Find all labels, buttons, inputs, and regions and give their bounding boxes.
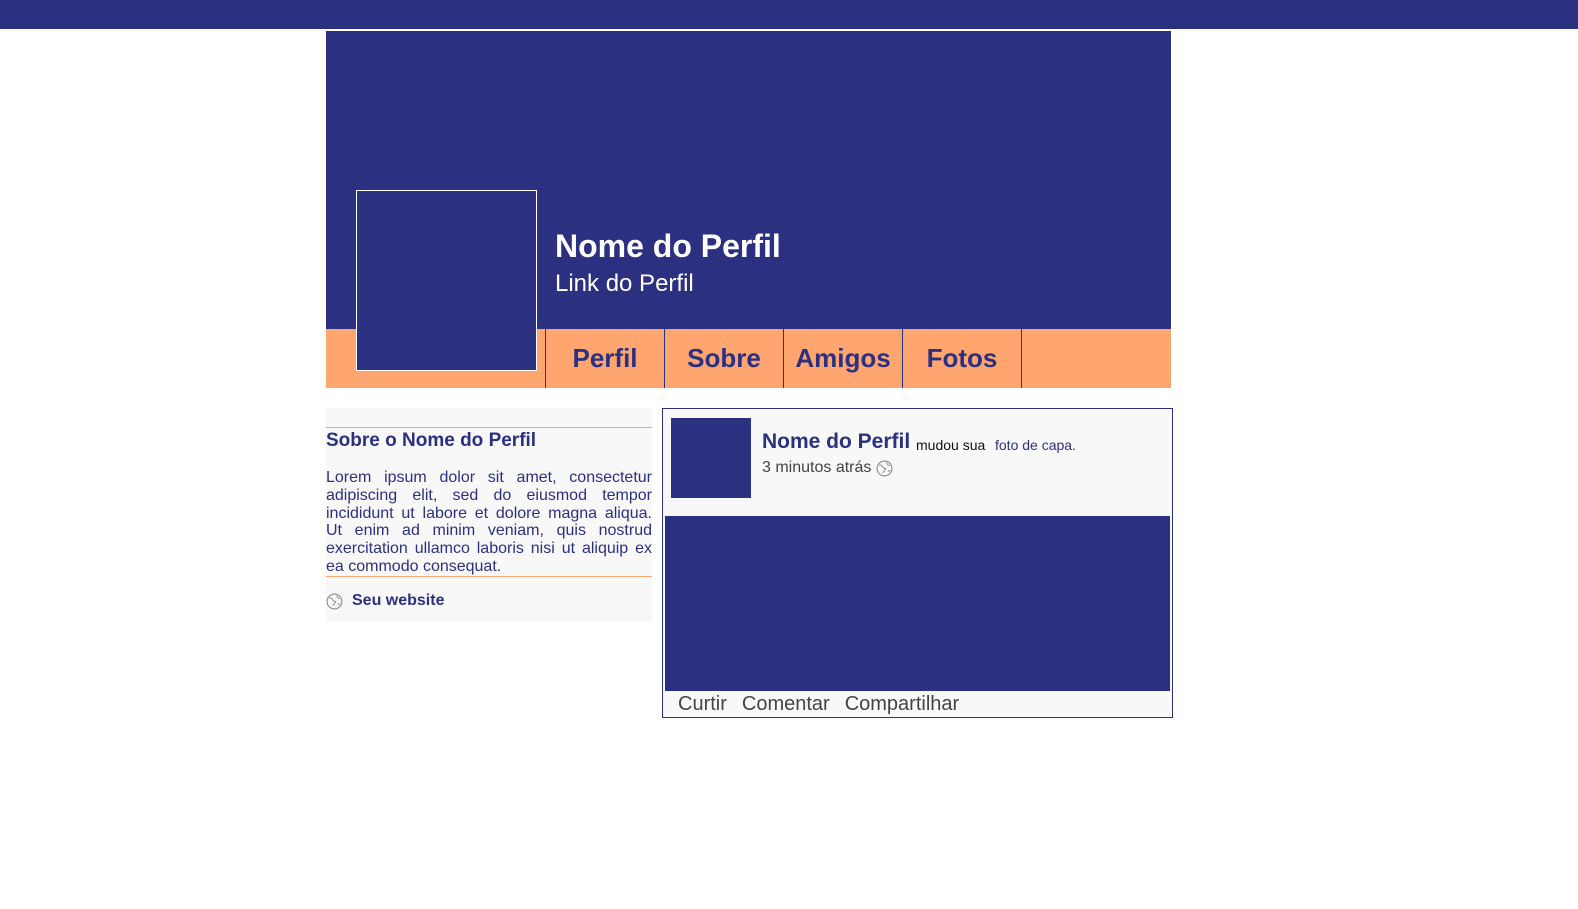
post-author[interactable]: Nome do Perfil — [762, 430, 910, 454]
profile-name: Nome do Perfil — [555, 228, 781, 264]
about-title: Sobre o Nome do Perfil — [326, 430, 537, 451]
post-image[interactable] — [665, 516, 1170, 691]
top-bar — [0, 0, 1578, 29]
post-time-text: 3 minutos atrás — [762, 459, 872, 476]
about-text: Lorem ipsum dolor sit amet, consectetur … — [326, 469, 652, 575]
website-link[interactable]: Seu website — [326, 592, 444, 610]
tab-sobre[interactable]: Sobre — [665, 329, 784, 388]
tab-fotos[interactable]: Fotos — [903, 329, 1022, 388]
globe-icon — [876, 460, 893, 476]
comment-button[interactable]: Comentar — [742, 693, 830, 716]
divider — [326, 576, 652, 577]
tab-perfil[interactable]: Perfil — [546, 329, 665, 388]
profile-tabs: Perfil Sobre Amigos Fotos — [545, 329, 1022, 388]
tab-amigos[interactable]: Amigos — [784, 329, 903, 388]
post-action-text: mudou sua — [916, 437, 986, 453]
post-cover-link[interactable]: foto de capa. — [995, 437, 1076, 453]
post-timestamp: 3 minutos atrás — [762, 459, 893, 477]
about-panel: Sobre o Nome do Perfil Lorem ipsum dolor… — [326, 408, 652, 622]
post-actions: Curtir Comentar Compartilhar — [678, 693, 974, 716]
divider — [326, 427, 652, 428]
share-button[interactable]: Compartilhar — [845, 693, 959, 716]
like-button[interactable]: Curtir — [678, 693, 727, 716]
post-card: Nome do Perfil mudou sua foto de capa. 3… — [662, 408, 1173, 718]
profile-avatar[interactable] — [356, 190, 537, 371]
profile-link[interactable]: Link do Perfil — [555, 270, 694, 298]
website-label: Seu website — [352, 592, 445, 609]
globe-icon — [326, 593, 343, 609]
post-avatar[interactable] — [671, 418, 751, 498]
